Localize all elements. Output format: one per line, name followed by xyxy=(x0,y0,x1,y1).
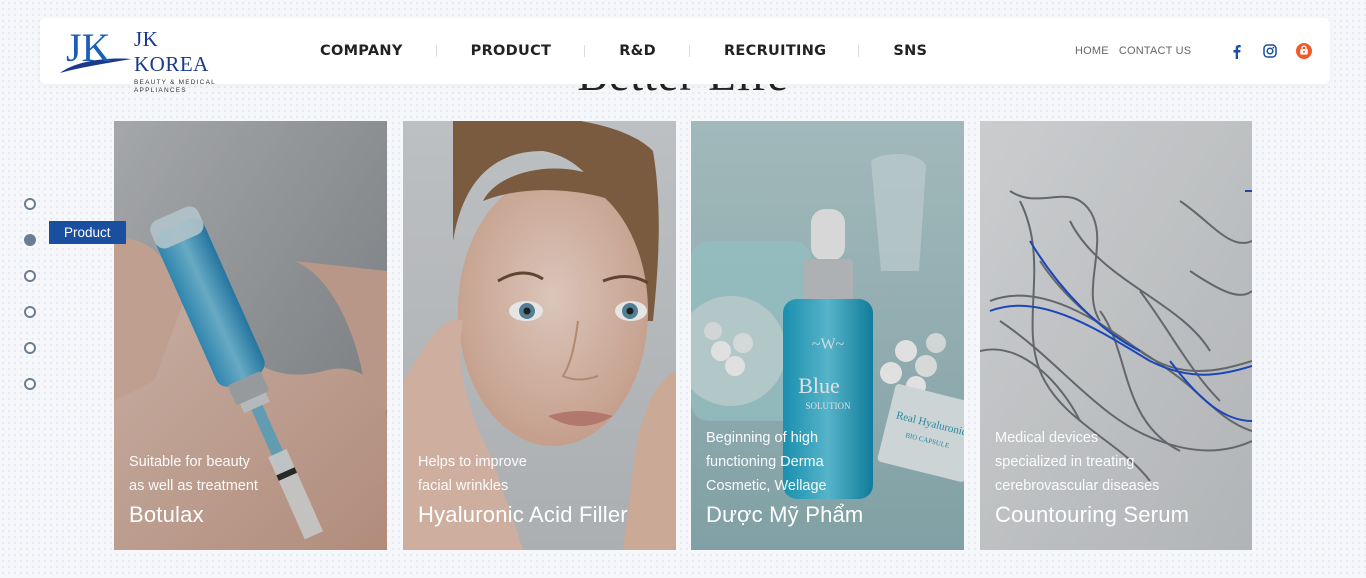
svg-text:JK: JK xyxy=(66,25,111,70)
pagination-dot[interactable] xyxy=(24,306,36,318)
product-card-cosmetic[interactable]: ~W~ Blue SOLUTION Real Hyaluronic BIO CA… xyxy=(691,121,964,550)
facebook-icon[interactable] xyxy=(1227,42,1245,60)
card-caption: Suitable for beauty as well as treatment… xyxy=(129,450,258,528)
nav-divider xyxy=(435,45,437,57)
card-title: Countouring Serum xyxy=(995,502,1190,527)
logo-subtitle: BEAUTY & MEDICAL APPLIANCES xyxy=(134,79,216,94)
pagination-dot-active[interactable] xyxy=(24,234,36,246)
card-description: Medical devices specialized in treating … xyxy=(995,430,1160,494)
side-pagination: Product xyxy=(24,198,126,414)
card-description: Helps to improve facial wrinkles xyxy=(418,454,527,494)
card-caption: Helps to improve facial wrinkles Hyaluro… xyxy=(418,450,628,528)
pagination-dot[interactable] xyxy=(24,270,36,282)
nav-recruiting[interactable]: RECRUITING xyxy=(724,43,826,59)
logo[interactable]: JK JK KOREA BEAUTY & MEDICAL APPLIANCES xyxy=(56,23,236,94)
card-description: Beginning of high functioning Derma Cosm… xyxy=(706,430,827,494)
card-title: Hyaluronic Acid Filler xyxy=(418,502,628,527)
social-links xyxy=(1211,42,1313,60)
product-card-filler[interactable]: Helps to improve facial wrinkles Hyaluro… xyxy=(403,121,676,550)
shop-icon[interactable] xyxy=(1295,42,1313,60)
nav-divider xyxy=(584,45,586,57)
pagination-dot[interactable] xyxy=(24,198,36,210)
pagination-dot[interactable] xyxy=(24,342,36,354)
card-caption: Medical devices specialized in treating … xyxy=(995,426,1189,528)
utility-nav: HOME CONTACT US xyxy=(1075,18,1313,84)
site-header: JK JK KOREA BEAUTY & MEDICAL APPLIANCES … xyxy=(40,18,1330,94)
pagination-tooltip: Product xyxy=(49,221,126,244)
contact-link[interactable]: CONTACT US xyxy=(1119,45,1192,57)
pagination-dot[interactable] xyxy=(24,378,36,390)
product-card-stent[interactable]: Medical devices specialized in treating … xyxy=(980,121,1252,550)
nav-rnd[interactable]: R&D xyxy=(619,43,656,59)
nav-divider xyxy=(858,45,860,57)
nav-sns[interactable]: SNS xyxy=(893,43,927,59)
card-title: Dược Mỹ Phẩm xyxy=(706,502,864,527)
logo-title: JK KOREA xyxy=(134,27,209,76)
home-link[interactable]: HOME xyxy=(1075,45,1109,57)
instagram-icon[interactable] xyxy=(1261,42,1279,60)
main-nav: COMPANY PRODUCT R&D RECRUITING SNS xyxy=(320,18,927,84)
nav-product[interactable]: PRODUCT xyxy=(471,43,552,59)
nav-company[interactable]: COMPANY xyxy=(320,43,403,59)
logo-mark-icon: JK xyxy=(60,25,132,73)
card-title: Botulax xyxy=(129,502,204,527)
nav-divider xyxy=(688,45,690,57)
card-description: Suitable for beauty as well as treatment xyxy=(129,454,258,494)
product-card-botulax[interactable]: Suitable for beauty as well as treatment… xyxy=(114,121,387,550)
card-caption: Beginning of high functioning Derma Cosm… xyxy=(706,426,863,528)
